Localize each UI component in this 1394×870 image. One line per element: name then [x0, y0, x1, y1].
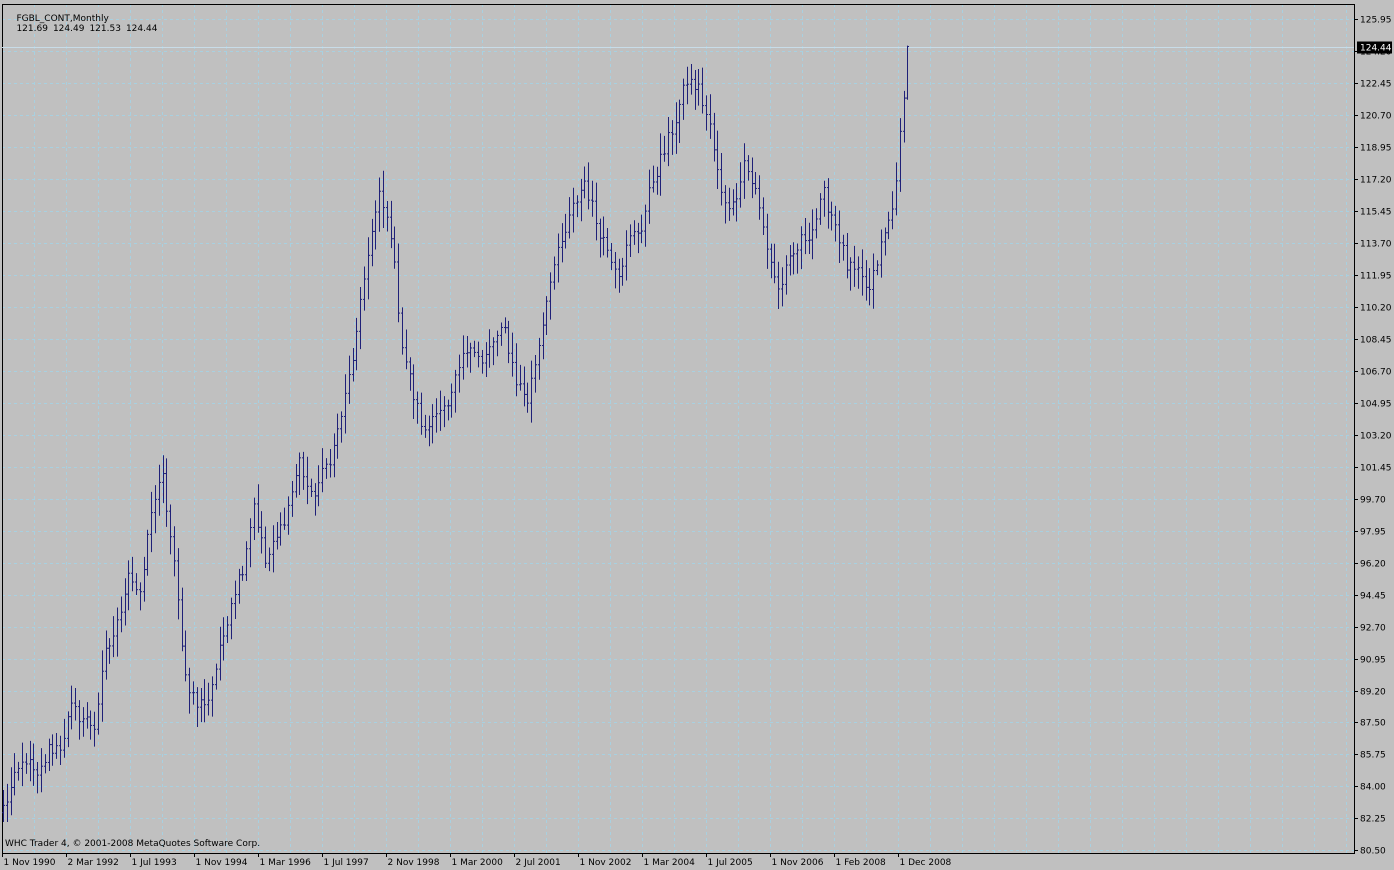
current-price-label: 124.44 [1360, 44, 1392, 54]
y-tick-label: 89.20 [1360, 688, 1386, 698]
x-tick-label: 1 Feb 2008 [836, 858, 887, 868]
y-tick-label: 106.70 [1360, 368, 1392, 378]
y-tick-label: 115.45 [1360, 208, 1392, 218]
x-tick-label: 1 Jul 2005 [708, 858, 753, 868]
low-value: 121.53 [89, 24, 121, 34]
x-tick-label: 1 Nov 1990 [4, 858, 56, 868]
ohlc-chart[interactable]: 125.95124.20122.45120.70118.95117.20115.… [0, 0, 1394, 870]
open-value: 121.69 [16, 24, 48, 34]
y-tick-label: 96.20 [1360, 560, 1386, 570]
x-tick-label: 1 Jul 1997 [324, 858, 369, 868]
y-tick-label: 117.20 [1360, 176, 1392, 186]
y-tick-label: 90.95 [1360, 656, 1386, 666]
y-tick-label: 94.45 [1360, 592, 1386, 602]
x-tick-label: 2 Nov 1998 [388, 858, 440, 868]
chart-header: FGBL_CONT,Monthly 121.69 124.49 121.53 124.… [5, 4, 162, 44]
y-tick-label: 103.20 [1360, 432, 1392, 442]
y-tick-label: 122.45 [1360, 80, 1392, 90]
y-tick-label: 85.75 [1360, 751, 1386, 761]
x-tick-label: 1 Nov 2002 [580, 858, 632, 868]
x-tick-label: 1 Dec 2008 [900, 858, 952, 868]
x-tick-label: 1 Mar 2000 [452, 858, 504, 868]
y-tick-label: 110.20 [1360, 304, 1392, 314]
x-tick-label: 2 Jul 2001 [516, 858, 561, 868]
y-tick-label: 84.00 [1360, 783, 1386, 793]
high-value: 124.49 [52, 24, 85, 34]
y-tick-label: 87.50 [1360, 719, 1386, 729]
x-tick-label: 1 Nov 1994 [196, 858, 248, 868]
x-tick-label: 2 Mar 1992 [68, 858, 119, 868]
y-tick-label: 101.45 [1360, 464, 1392, 474]
y-tick-label: 97.95 [1360, 528, 1386, 538]
y-tick-label: 80.50 [1360, 847, 1386, 857]
y-tick-label: 113.70 [1360, 240, 1392, 250]
chart-window[interactable]: 125.95124.20122.45120.70118.95117.20115.… [0, 0, 1394, 870]
plot-frame [2, 4, 1355, 854]
y-tick-label: 92.70 [1360, 624, 1386, 634]
close-value: 124.44 [125, 24, 158, 34]
y-tick-label: 104.95 [1360, 400, 1392, 410]
copyright-label: WHC Trader 4, © 2001-2008 MetaQuotes Sof… [5, 839, 261, 849]
y-tick-label: 82.25 [1360, 815, 1386, 825]
y-tick-label: 99.70 [1360, 496, 1386, 506]
x-tick-label: 1 Mar 1996 [260, 858, 312, 868]
y-tick-label: 125.95 [1360, 16, 1392, 26]
x-tick-label: 1 Nov 2006 [772, 858, 824, 868]
x-tick-label: 1 Jul 1993 [132, 858, 177, 868]
y-tick-label: 120.70 [1360, 112, 1392, 122]
symbol-label: FGBL_CONT,Monthly [16, 14, 109, 24]
x-tick-label: 1 Mar 2004 [644, 858, 696, 868]
y-tick-label: 108.45 [1360, 336, 1392, 346]
y-tick-label: 111.95 [1360, 272, 1392, 282]
y-tick-label: 118.95 [1360, 144, 1392, 154]
